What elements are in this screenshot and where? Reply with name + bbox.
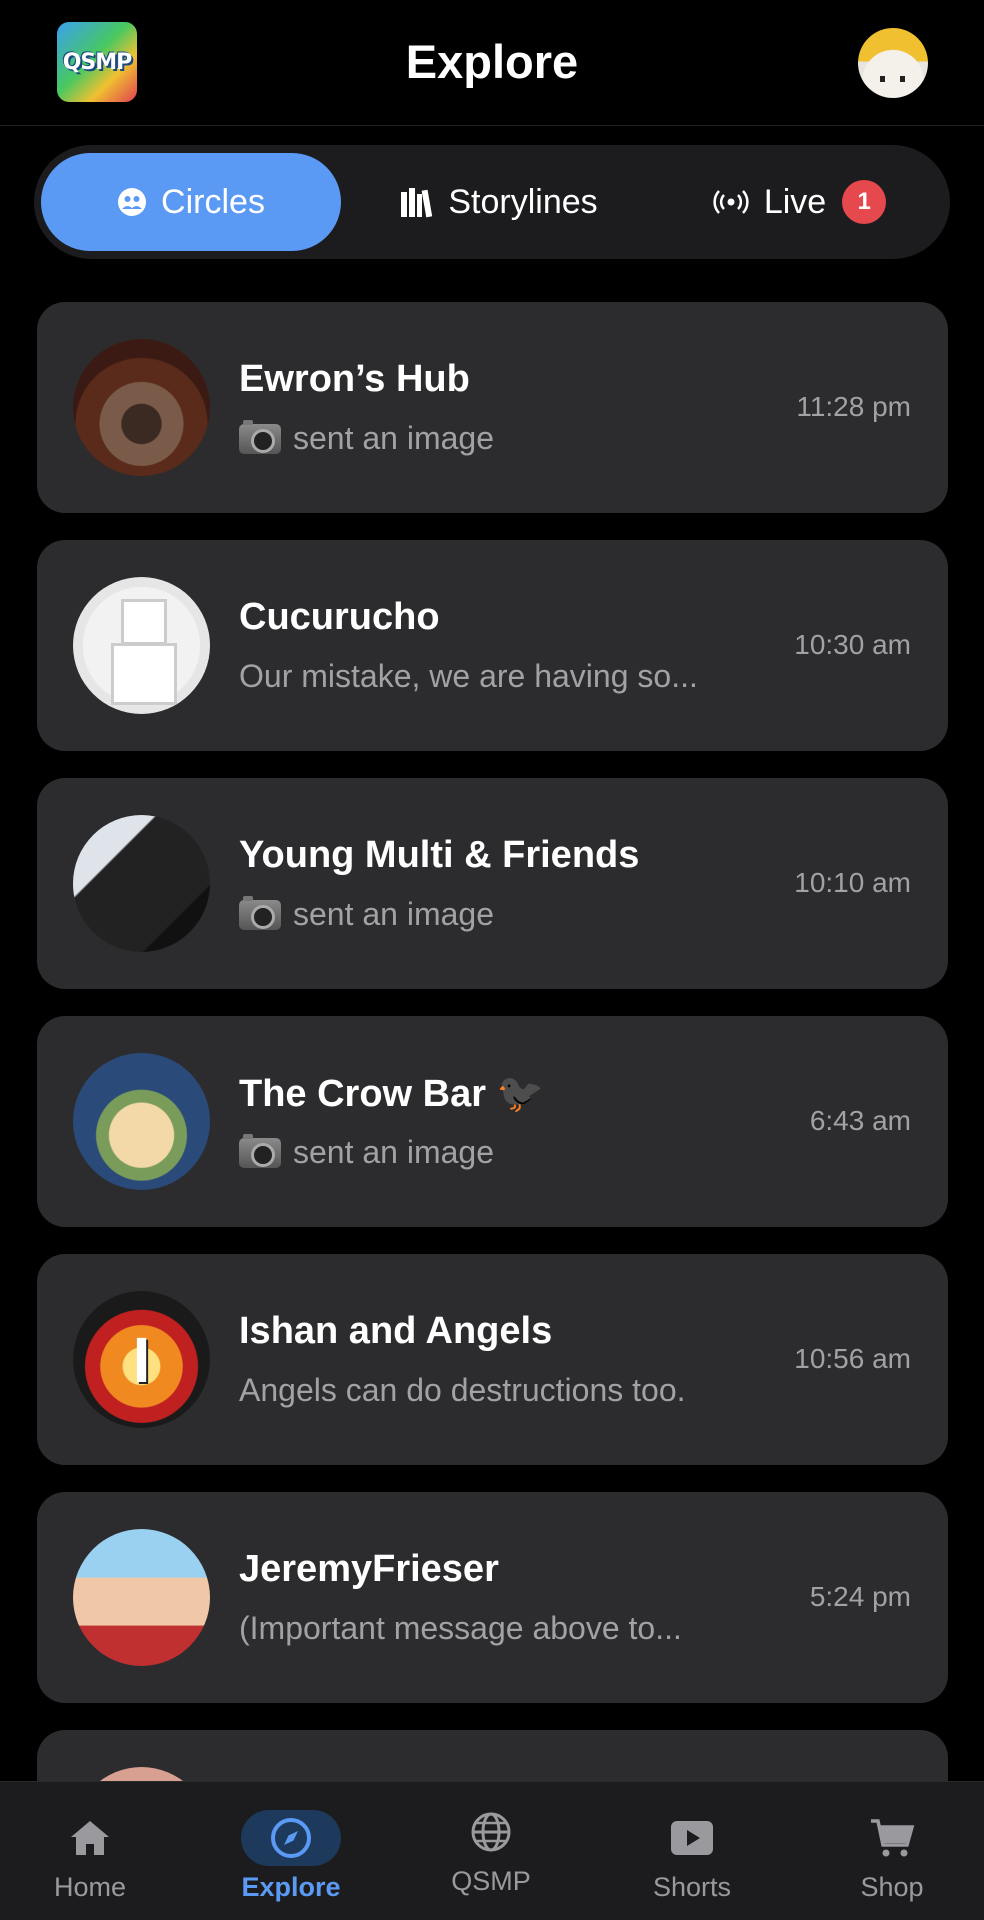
- circle-name: Ewron’s Hub: [239, 358, 470, 400]
- camera-icon: [239, 419, 281, 454]
- circle-card[interactable]: JeremyFrieser (Important message above t…: [37, 1492, 948, 1703]
- nav-shorts-label: Shorts: [652, 1872, 732, 1902]
- circle-card[interactable]: Young Multi & Friends sent an image 10:1…: [37, 778, 948, 989]
- tab-storylines-label: Storylines: [448, 182, 598, 221]
- nav-home[interactable]: Home: [0, 1782, 180, 1920]
- nav-shorts[interactable]: Shorts: [602, 1782, 782, 1920]
- circle-name: JeremyFrieser: [239, 1548, 499, 1590]
- circle-preview-text: sent an image: [293, 896, 495, 932]
- circle-preview-text: Our mistake, we are having so...: [239, 658, 698, 694]
- cart-icon: [842, 1810, 942, 1866]
- circle-avatar: [73, 339, 210, 476]
- circle-avatar: [73, 815, 210, 952]
- circle-preview: sent an image: [239, 1133, 495, 1171]
- tab-live[interactable]: Live 1: [654, 153, 944, 251]
- circle-name: Ishan and Angels: [239, 1310, 553, 1352]
- circle-time: 10:56 am: [794, 1343, 911, 1374]
- circle-preview: sent an image: [239, 419, 495, 457]
- nav-qsmp[interactable]: QSMP: [401, 1782, 581, 1920]
- tab-storylines[interactable]: Storylines: [354, 153, 644, 251]
- broadcast-icon: [712, 188, 750, 216]
- camera-icon: [239, 1133, 281, 1168]
- compass-icon: [241, 1810, 341, 1866]
- explore-segment-control: Circles Storylines Live 1: [34, 145, 950, 259]
- circle-preview: sent an image: [239, 895, 495, 933]
- page-title: Explore: [405, 35, 579, 88]
- circle-avatar: [73, 1529, 210, 1666]
- top-bar: QSMP Explore: [0, 0, 984, 126]
- circle-card[interactable]: Ewron’s Hub sent an image 11:28 pm: [37, 302, 948, 513]
- circle-time: 5:24 pm: [809, 1581, 911, 1612]
- tab-circles-label: Circles: [161, 182, 265, 221]
- nav-shop[interactable]: Shop: [802, 1782, 982, 1920]
- tab-circles[interactable]: Circles: [41, 153, 341, 251]
- play-icon: [642, 1810, 742, 1866]
- camera-icon: [239, 895, 281, 930]
- circle-card[interactable]: Ishan and Angels Angels can do destructi…: [37, 1254, 948, 1465]
- circle-name: Cucurucho: [239, 596, 440, 638]
- circle-name: The Crow Bar 🐦‍⬛: [239, 1073, 544, 1115]
- circle-preview: (Important message above to...: [239, 1610, 682, 1647]
- globe-icon: [441, 1804, 541, 1860]
- circle-time: 11:28 pm: [796, 391, 911, 422]
- circle-time: 10:10 am: [794, 867, 911, 898]
- nav-qsmp-label: QSMP: [451, 1866, 531, 1896]
- books-icon: [400, 186, 434, 218]
- profile-avatar[interactable]: [858, 28, 928, 98]
- nav-explore[interactable]: Explore: [201, 1782, 381, 1920]
- nav-shop-label: Shop: [860, 1872, 924, 1902]
- circle-card[interactable]: The Crow Bar 🐦‍⬛ sent an image 6:43 am: [37, 1016, 948, 1227]
- circle-preview: Angels can do destructions too.: [239, 1372, 686, 1409]
- circle-avatar: [73, 1053, 210, 1190]
- circle-avatar: [73, 1291, 210, 1428]
- circle-preview: Our mistake, we are having so...: [239, 658, 698, 695]
- circle-preview-text: (Important message above to...: [239, 1610, 682, 1646]
- circle-time: 6:43 am: [809, 1105, 911, 1136]
- tab-live-label: Live: [763, 182, 827, 221]
- home-icon: [40, 1810, 140, 1866]
- circle-avatar: [73, 577, 210, 714]
- circle-preview-text: sent an image: [293, 1134, 495, 1170]
- circle-card[interactable]: Cucurucho Our mistake, we are having so.…: [37, 540, 948, 751]
- live-count-badge: 1: [842, 180, 887, 224]
- circle-preview-text: Angels can do destructions too.: [239, 1372, 686, 1408]
- circle-time: 10:30 am: [794, 629, 911, 660]
- people-icon: [117, 187, 147, 217]
- bottom-nav: Home Explore QSMP Shorts Shop: [0, 1781, 984, 1920]
- nav-explore-label: Explore: [241, 1872, 341, 1902]
- circle-name: Young Multi & Friends: [239, 834, 640, 876]
- nav-home-label: Home: [53, 1872, 127, 1902]
- circle-preview-text: sent an image: [293, 420, 495, 456]
